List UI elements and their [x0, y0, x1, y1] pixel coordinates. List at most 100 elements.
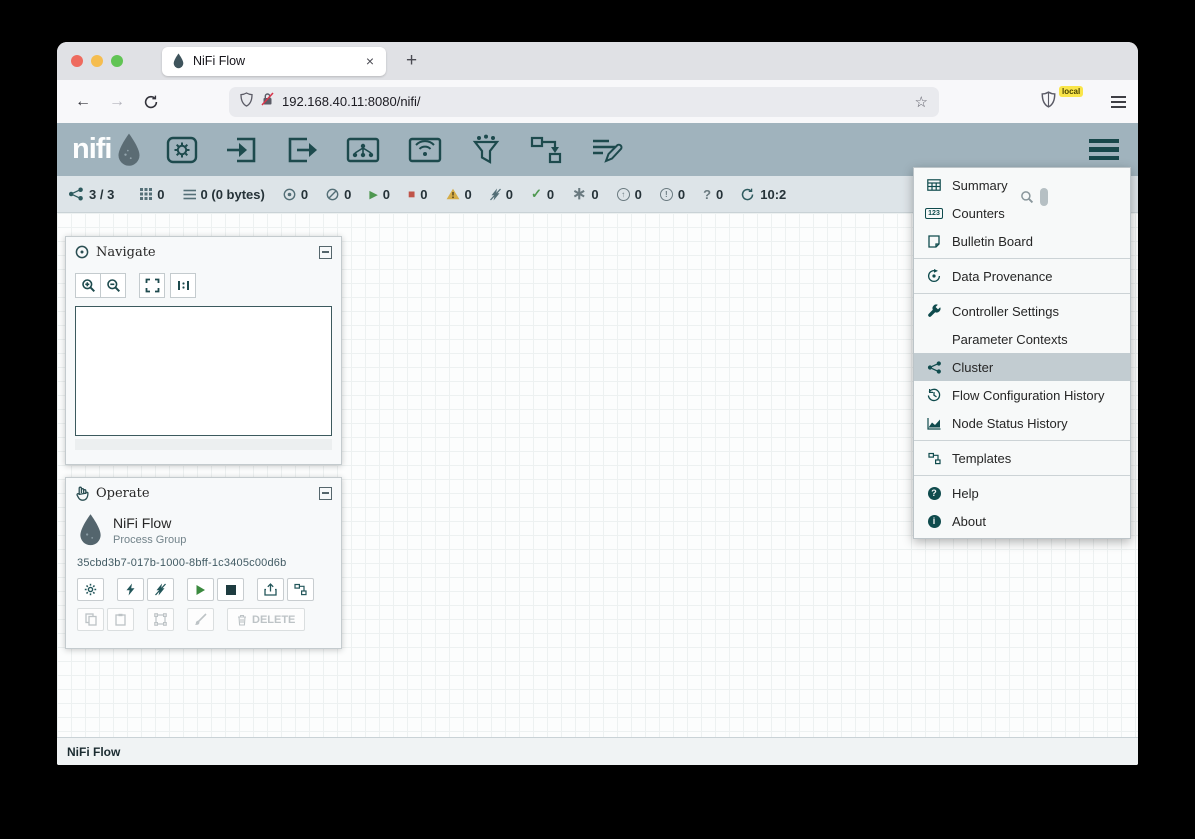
breadcrumb-bar: NiFi Flow [57, 737, 1138, 765]
menu-item-cluster[interactable]: Cluster [914, 353, 1130, 381]
stale-status: ↑ 0 [617, 187, 642, 202]
menu-item-help[interactable]: ? Help [914, 479, 1130, 507]
operate-panel-body: NiFi Flow Process Group 35cbd3b7-017b-10… [66, 508, 341, 631]
upload-template-icon [264, 583, 277, 596]
operate-panel-title: Operate [96, 486, 150, 501]
zoom-in-icon [81, 278, 96, 293]
delete-button-label: DELETE [252, 614, 295, 626]
search-icon [1020, 190, 1034, 204]
firefox-menu-icon[interactable] [1111, 96, 1126, 108]
new-tab-button[interactable]: + [400, 50, 423, 72]
forward-button[interactable]: → [103, 88, 131, 116]
selected-component-name: NiFi Flow [113, 515, 186, 531]
stopped-icon: ■ [408, 187, 415, 201]
zoom-in-button[interactable] [75, 273, 101, 298]
menu-item-about[interactable]: i About [914, 507, 1130, 535]
insecure-lock-icon[interactable] [261, 92, 274, 111]
flow-configuration-history-icon [926, 388, 942, 402]
locally-modified-stale-icon: ! [660, 188, 673, 201]
active-threads-count: 0 [157, 187, 164, 202]
menu-item-data-provenance[interactable]: Data Provenance [914, 262, 1130, 290]
desktop: NiFi Flow × + ← → 192.168.40.11:8080/nif… [0, 0, 1195, 839]
stop-button[interactable] [217, 578, 244, 601]
process-group-drop-icon [77, 513, 104, 547]
lightning-icon [125, 583, 136, 596]
menu-item-flow-configuration-history[interactable]: Flow Configuration History [914, 381, 1130, 409]
global-menu-icon[interactable] [1089, 139, 1119, 161]
configuration-button[interactable] [77, 578, 104, 601]
reload-icon [144, 95, 158, 109]
search-field-handle[interactable] [1040, 188, 1048, 206]
reload-button[interactable] [137, 88, 165, 116]
delete-button[interactable]: DELETE [227, 608, 305, 631]
component-toolbar [165, 133, 623, 167]
up-to-date-status: ✓ 0 [531, 186, 554, 202]
menu-item-templates[interactable]: Templates [914, 444, 1130, 472]
running-count: 0 [383, 187, 390, 202]
zoom-actual-size-button[interactable] [170, 273, 196, 298]
breadcrumb[interactable]: NiFi Flow [67, 745, 120, 759]
menu-separator [914, 293, 1130, 294]
trash-icon [237, 614, 247, 626]
tab-title: NiFi Flow [193, 54, 356, 68]
invalid-count: 0 [465, 187, 472, 202]
selected-component-type: Process Group [113, 534, 186, 546]
nifi-logo-text: nifi [72, 133, 112, 166]
copy-button[interactable] [77, 608, 104, 631]
bookmark-star-icon[interactable]: ☆ [915, 93, 928, 111]
gear-icon [84, 583, 97, 596]
fill-color-button[interactable] [187, 608, 214, 631]
create-template-icon [294, 583, 307, 596]
invalid-warning-icon [446, 188, 460, 200]
menu-item-controller-settings[interactable]: Controller Settings [914, 297, 1130, 325]
disable-button[interactable] [147, 578, 174, 601]
processor-icon[interactable] [165, 133, 199, 167]
menu-item-node-status-history[interactable]: Node Status History [914, 409, 1130, 437]
menu-item-bulletin-board[interactable]: Bulletin Board [914, 227, 1130, 255]
label-icon[interactable] [589, 133, 623, 167]
maximize-window-button[interactable] [111, 55, 123, 67]
template-icon[interactable] [529, 133, 563, 167]
permissions-shield-icon[interactable] [240, 92, 253, 112]
navigate-panel-header: Navigate [66, 237, 341, 267]
nifi-drop-icon [115, 132, 143, 168]
output-port-icon[interactable] [285, 133, 319, 167]
operate-buttons-row-2: DELETE [77, 608, 330, 631]
tab-close-icon[interactable]: × [364, 53, 376, 69]
birdseye-minimap[interactable] [75, 306, 332, 436]
menu-item-label: Cluster [952, 360, 993, 375]
input-port-icon[interactable] [225, 133, 259, 167]
profile-avatar[interactable]: local [1073, 91, 1094, 112]
remote-process-group-icon[interactable] [407, 133, 443, 167]
paste-button[interactable] [107, 608, 134, 631]
stopped-count: 0 [420, 187, 427, 202]
refresh-status[interactable]: 10:2 [741, 187, 786, 202]
active-threads-status: 0 [140, 187, 164, 202]
protections-shield-icon[interactable] [1041, 91, 1056, 113]
funnel-icon[interactable] [469, 133, 503, 167]
controller-settings-wrench-icon [926, 304, 942, 318]
menu-item-label: Summary [952, 178, 1008, 193]
navigate-collapse-button[interactable] [319, 246, 332, 259]
minimize-window-button[interactable] [91, 55, 103, 67]
menu-item-parameter-contexts[interactable]: Parameter Contexts [914, 325, 1130, 353]
browser-tab[interactable]: NiFi Flow × [162, 47, 386, 76]
zoom-out-button[interactable] [100, 273, 126, 298]
zoom-fit-button[interactable] [139, 273, 165, 298]
locally-modified-and-stale-count: 0 [678, 187, 685, 202]
start-button[interactable] [187, 578, 214, 601]
cluster-icon [68, 187, 84, 201]
process-group-icon[interactable] [345, 133, 381, 167]
running-icon: ▶ [369, 188, 377, 201]
enable-button[interactable] [117, 578, 144, 601]
operate-collapse-button[interactable] [319, 487, 332, 500]
upload-template-button[interactable] [257, 578, 284, 601]
copy-icon [85, 613, 97, 626]
canvas-search[interactable] [1020, 188, 1048, 206]
url-field[interactable]: 192.168.40.11:8080/nifi/ ☆ [229, 87, 939, 117]
create-template-button[interactable] [287, 578, 314, 601]
close-window-button[interactable] [71, 55, 83, 67]
back-button[interactable]: ← [69, 88, 97, 116]
not-transmitting-icon [326, 188, 339, 201]
group-button[interactable] [147, 608, 174, 631]
